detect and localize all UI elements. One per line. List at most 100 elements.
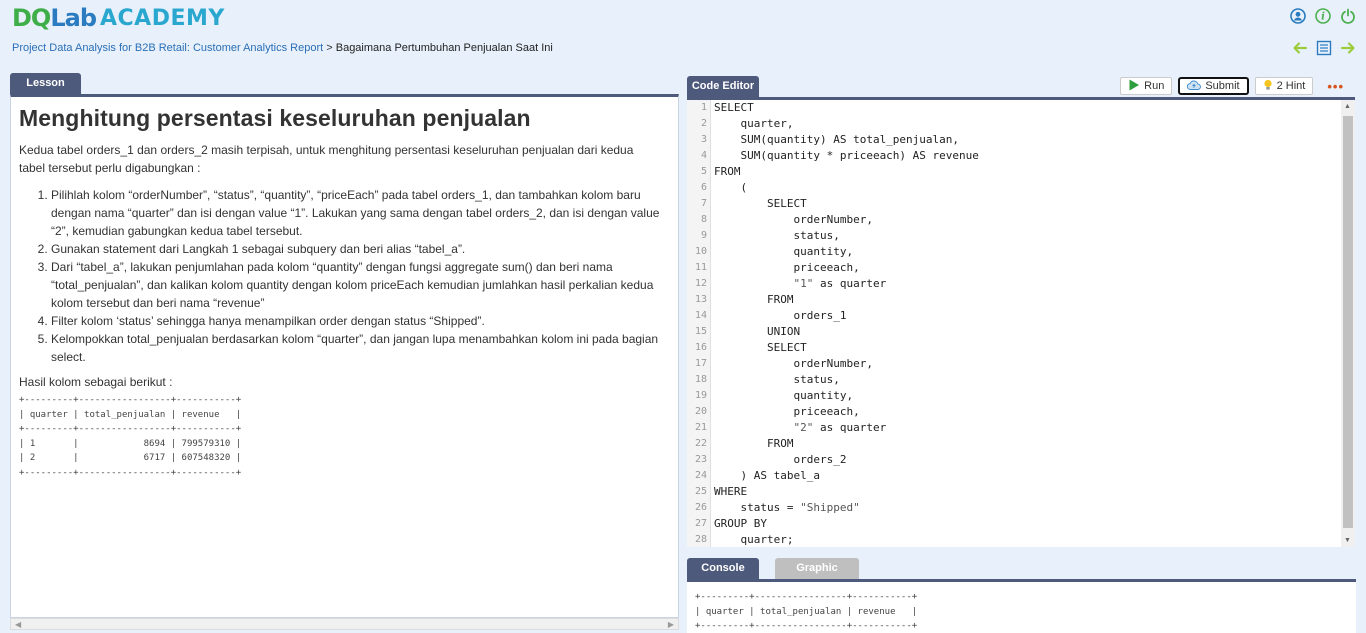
run-label: Run <box>1144 80 1165 92</box>
line-number: 23 <box>694 454 707 465</box>
line-number: 4 <box>700 150 707 161</box>
scroll-up-icon[interactable]: ▲ <box>1344 103 1351 110</box>
code-line[interactable]: "1" as quarter <box>714 276 979 292</box>
code-line[interactable]: SELECT <box>714 196 979 212</box>
tab-code-editor[interactable]: Code Editor <box>687 76 759 97</box>
lesson-title: Menghitung persentasi keseluruhan penjua… <box>19 105 531 131</box>
line-number: 25 <box>694 486 707 497</box>
line-number: 9 <box>700 230 707 241</box>
line-number: 18 <box>694 374 707 385</box>
user-icon[interactable] <box>1290 8 1306 24</box>
line-number: 1 <box>700 102 707 113</box>
tab-console[interactable]: Console <box>687 558 759 579</box>
top-icons: i <box>1290 8 1356 24</box>
logo-part-lab: Lab <box>50 4 97 32</box>
lesson-content: Menghitung persentasi keseluruhan penjua… <box>11 97 678 488</box>
logo-part-academy: ACADEMY <box>100 5 225 31</box>
code-line[interactable]: SELECT <box>714 100 979 116</box>
code-line[interactable]: quarter; <box>714 532 979 547</box>
more-options-icon[interactable]: ••• <box>1327 79 1344 94</box>
code-line[interactable]: SUM(quantity * priceeach) AS revenue <box>714 148 978 164</box>
code-line[interactable]: ) AS tabel_a <box>714 468 979 484</box>
code-line[interactable]: orderNumber, <box>714 212 979 228</box>
line-number: 2 <box>700 118 707 129</box>
breadcrumb: Project Data Analysis for B2B Retail: Cu… <box>12 42 553 54</box>
line-number: 27 <box>694 518 707 529</box>
line-number: 24 <box>694 470 707 481</box>
line-number: 28 <box>694 534 707 545</box>
code-line[interactable]: WHERE <box>714 484 979 500</box>
line-number: 20 <box>694 406 707 417</box>
code-line[interactable]: orders_2 <box>714 452 979 468</box>
arrow-right-icon[interactable] <box>1340 40 1356 56</box>
line-number: 26 <box>694 502 707 513</box>
line-number: 11 <box>694 262 707 273</box>
hint-button[interactable]: 2 Hint <box>1254 77 1314 95</box>
breadcrumb-separator: > <box>323 42 336 54</box>
lesson-horizontal-scrollbar[interactable]: ◀ ▶ <box>10 618 679 630</box>
upload-cloud-icon <box>1187 80 1202 93</box>
code-line[interactable]: orders_1 <box>714 308 979 324</box>
code-line[interactable]: status = "Shipped" <box>714 500 979 516</box>
breadcrumb-parent-link[interactable]: Project Data Analysis for B2B Retail: Cu… <box>12 42 323 54</box>
lesson-nav <box>1292 40 1356 56</box>
lesson-intro: Kedua tabel orders_1 dan orders_2 masih … <box>19 143 634 175</box>
code-line[interactable]: quarter, <box>714 116 979 132</box>
logo-part-dq: DQ <box>12 4 51 32</box>
code-content[interactable]: SELECT quarter, SUM(quantity) AS total_p… <box>714 100 979 547</box>
code-line[interactable]: quantity, <box>714 388 979 404</box>
line-number: 10 <box>694 246 707 257</box>
run-button[interactable]: Run <box>1120 77 1173 95</box>
lesson-step: Gunakan statement dari Langkah 1 sebagai… <box>51 240 670 258</box>
power-icon[interactable] <box>1340 8 1356 24</box>
code-line[interactable]: "2" as quarter <box>714 420 979 436</box>
code-line[interactable]: UNION <box>714 324 979 340</box>
code-line[interactable]: FROM <box>714 436 979 452</box>
tab-graphic[interactable]: Graphic <box>775 558 859 579</box>
lesson-steps: Pilihlah kolom “orderNumber”, “status”, … <box>51 186 670 366</box>
code-line[interactable]: SUM(quantity) AS total_penjualan, <box>714 132 979 148</box>
breadcrumb-current: Bagaimana Pertumbuhan Penjualan Saat Ini <box>335 42 553 54</box>
lesson-panel: Menghitung persentasi keseluruhan penjua… <box>10 94 679 618</box>
code-line[interactable]: priceeach, <box>714 404 979 420</box>
code-line[interactable]: FROM <box>714 292 979 308</box>
editor-vertical-scrollbar[interactable]: ▲ ▼ <box>1341 100 1355 547</box>
list-icon[interactable] <box>1316 40 1332 56</box>
editor-toolbar: Run Submit 2 Hint ••• <box>1120 77 1344 95</box>
arrow-left-icon[interactable] <box>1292 40 1308 56</box>
code-line[interactable]: quantity, <box>714 244 979 260</box>
code-line[interactable]: GROUP BY <box>714 516 979 532</box>
scroll-down-icon[interactable]: ▼ <box>1344 537 1351 544</box>
play-icon <box>1128 79 1140 94</box>
scrollbar-thumb[interactable] <box>1343 116 1353 528</box>
line-number: 16 <box>694 342 707 353</box>
line-number: 21 <box>694 422 707 433</box>
line-number: 6 <box>700 182 707 193</box>
lesson-step: Kelompokkan total_penjualan berdasarkan … <box>51 330 670 366</box>
code-editor[interactable]: 1 2 3 4 5 6 7 8 9 10 11 12 13 14 15 16 17 18 19 20 21 22 23 24 2… <box>687 97 1355 547</box>
dqlab-logo[interactable]: DQ Lab ACADEMY <box>12 4 225 32</box>
code-line[interactable]: SELECT <box>714 340 979 356</box>
line-number: 19 <box>694 390 707 401</box>
lesson-step: Dari “tabel_a”, lakukan penjumlahan pada… <box>51 258 670 312</box>
tab-lesson[interactable]: Lesson <box>10 73 81 94</box>
lesson-step: Pilihlah kolom “orderNumber”, “status”, … <box>51 186 670 240</box>
code-line[interactable]: orderNumber, <box>714 356 979 372</box>
result-label: Hasil kolom sebagai berikut : <box>19 375 173 389</box>
line-number: 3 <box>700 134 707 145</box>
code-line[interactable]: status, <box>714 228 979 244</box>
info-icon[interactable]: i <box>1315 8 1331 24</box>
scroll-right-icon[interactable]: ▶ <box>668 620 674 629</box>
line-number: 12 <box>694 278 707 289</box>
code-line[interactable]: ( <box>714 180 979 196</box>
line-number: 13 <box>694 294 707 305</box>
code-line[interactable]: FROM <box>714 164 979 180</box>
code-line[interactable]: status, <box>714 372 979 388</box>
lightbulb-icon <box>1263 79 1273 94</box>
submit-button[interactable]: Submit <box>1178 77 1249 95</box>
scroll-left-icon[interactable]: ◀ <box>15 620 21 629</box>
code-line[interactable]: priceeach, <box>714 260 979 276</box>
line-number: 7 <box>700 198 707 209</box>
submit-label: Submit <box>1205 80 1240 92</box>
console-output: +---------+-----------------+-----------… <box>687 579 1356 633</box>
